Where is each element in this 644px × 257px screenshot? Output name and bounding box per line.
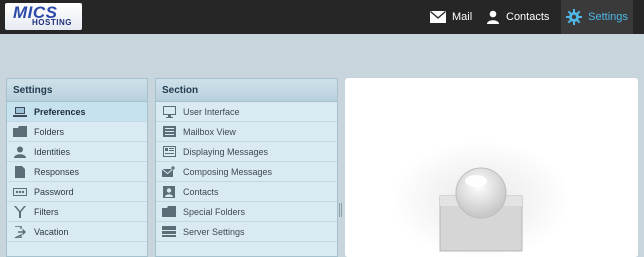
- identity-icon: [13, 145, 27, 159]
- splitter-handle[interactable]: [339, 203, 343, 217]
- settings-item-label: Folders: [34, 126, 65, 137]
- filter-icon: [13, 205, 27, 219]
- settings-item-label: Identities: [34, 146, 71, 157]
- settings-panel: Settings Preferences Folders Identities …: [6, 78, 148, 257]
- display-messages-icon: [162, 145, 176, 159]
- settings-item-identities[interactable]: Identities: [7, 142, 147, 162]
- settings-item-password[interactable]: Password: [7, 182, 147, 202]
- nav-settings-label: Settings: [588, 11, 628, 23]
- section-item-label: Displaying Messages: [183, 146, 269, 157]
- settings-item-preferences[interactable]: Preferences: [7, 102, 147, 122]
- watermark-logo: [391, 140, 571, 257]
- settings-item-label: Preferences: [34, 106, 86, 117]
- settings-item-label: Password: [34, 186, 74, 197]
- special-folder-icon: [162, 205, 176, 219]
- mailbox-icon: [162, 125, 176, 139]
- gear-icon: [566, 9, 583, 25]
- section-item-contacts[interactable]: Contacts: [156, 182, 337, 202]
- contact-card-icon: [162, 185, 176, 199]
- content-frame: [345, 78, 638, 257]
- section-panel: Section User Interface Mailbox View Disp…: [155, 78, 338, 257]
- section-item-special-folders[interactable]: Special Folders: [156, 202, 337, 222]
- contacts-icon: [487, 10, 499, 24]
- section-item-label: User Interface: [183, 106, 240, 117]
- settings-item-label: Responses: [34, 166, 80, 177]
- logo[interactable]: MICS HOSTING: [5, 3, 82, 30]
- section-item-label: Server Settings: [183, 226, 245, 237]
- section-item-label: Mailbox View: [183, 126, 236, 137]
- preferences-icon: [13, 105, 27, 119]
- settings-item-responses[interactable]: Responses: [7, 162, 147, 182]
- section-header: Section: [156, 79, 337, 102]
- settings-item-folders[interactable]: Folders: [7, 122, 147, 142]
- settings-item-filters[interactable]: Filters: [7, 202, 147, 222]
- nav-contacts[interactable]: Contacts: [486, 0, 558, 34]
- password-icon: [13, 185, 27, 199]
- nav-settings[interactable]: Settings: [561, 0, 633, 34]
- nav-contacts-label: Contacts: [506, 11, 550, 23]
- monitor-icon: [162, 105, 176, 119]
- mail-icon: [430, 11, 446, 23]
- section-item-label: Special Folders: [183, 206, 246, 217]
- section-item-mailbox-view[interactable]: Mailbox View: [156, 122, 337, 142]
- document-icon: [13, 165, 27, 179]
- compose-icon: [162, 165, 176, 179]
- section-item-user-interface[interactable]: User Interface: [156, 102, 337, 122]
- section-item-label: Composing Messages: [183, 166, 273, 177]
- server-icon: [162, 225, 176, 239]
- section-item-label: Contacts: [183, 186, 219, 197]
- folder-icon: [13, 125, 27, 139]
- vacation-icon: [13, 225, 27, 239]
- settings-header: Settings: [7, 79, 147, 102]
- nav-mail[interactable]: Mail: [430, 0, 482, 34]
- settings-item-label: Vacation: [34, 226, 69, 237]
- section-item-composing-messages[interactable]: Composing Messages: [156, 162, 337, 182]
- nav-mail-label: Mail: [452, 11, 473, 23]
- settings-item-label: Filters: [34, 206, 59, 217]
- settings-item-vacation[interactable]: Vacation: [7, 222, 147, 242]
- top-bar: MICS HOSTING Mail Contacts Settings: [0, 0, 644, 34]
- section-item-displaying-messages[interactable]: Displaying Messages: [156, 142, 337, 162]
- section-item-server-settings[interactable]: Server Settings: [156, 222, 337, 242]
- logo-subtitle: HOSTING: [32, 18, 72, 27]
